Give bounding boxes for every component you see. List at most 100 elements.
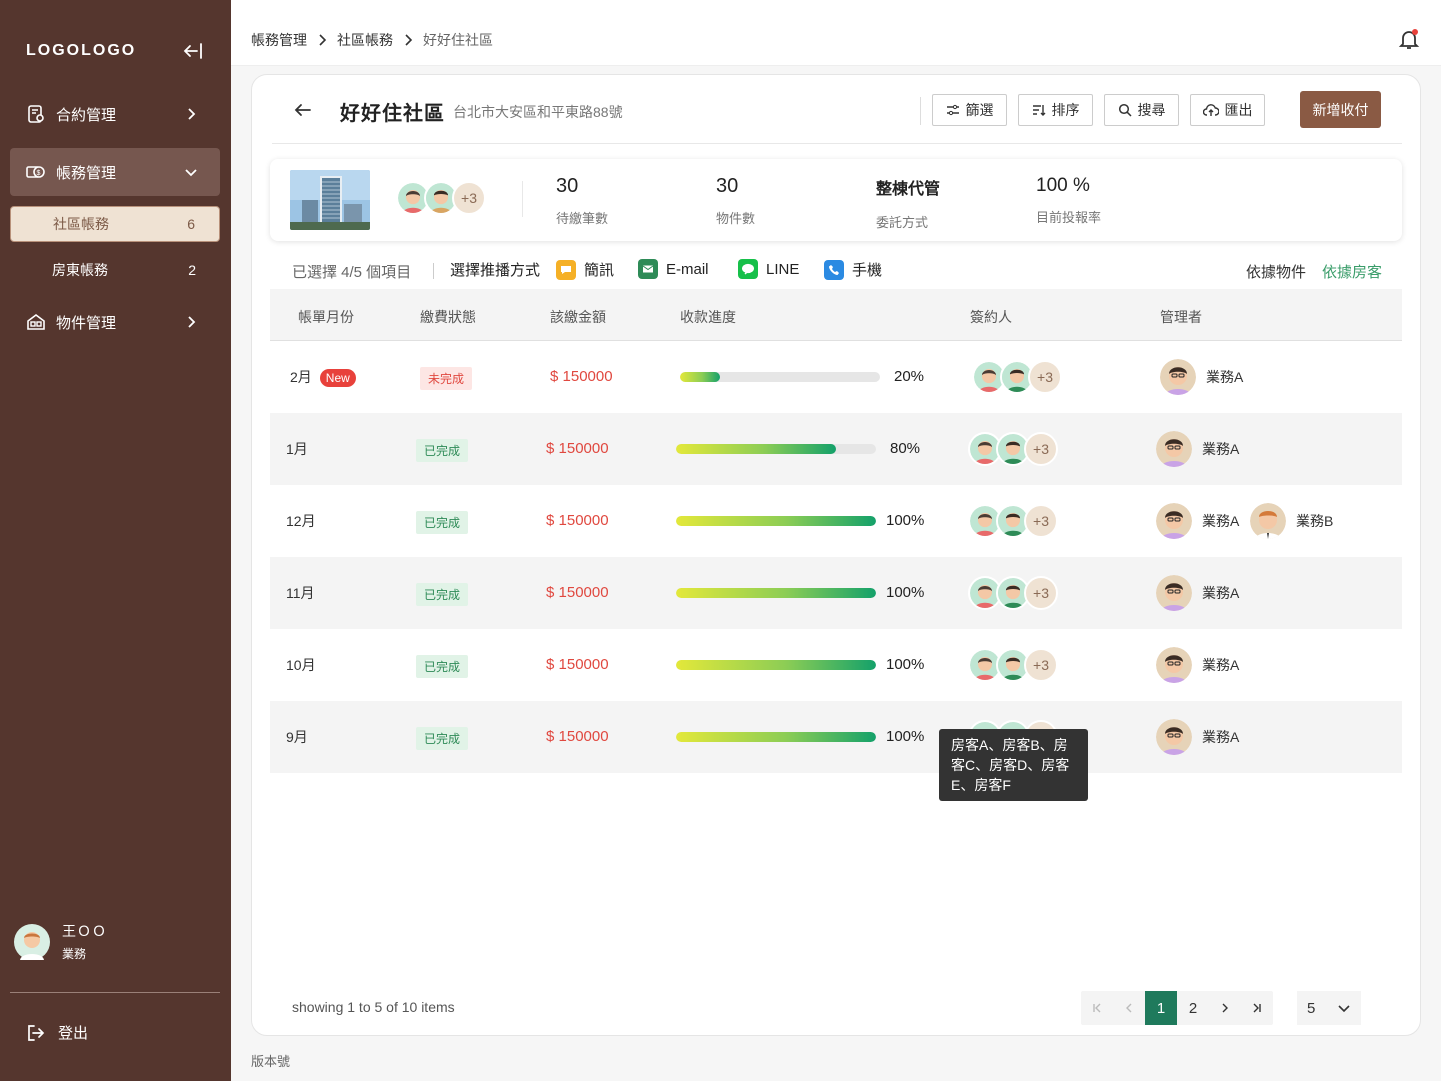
status-badge: 已完成 [416, 511, 469, 534]
stat-entrust: 整棟代管 委託方式 [876, 175, 940, 231]
stat-roi: 100 % 目前投報率 [1036, 175, 1101, 226]
breadcrumb: 帳務管理 社區帳務 好好住社區 [251, 30, 493, 50]
bell-icon[interactable] [1397, 27, 1421, 51]
table-row[interactable]: 12月 已完成 $ 150000 100% +3 業務A 業務B [270, 485, 1402, 557]
channel-email[interactable]: E-mail [638, 259, 709, 279]
channel-phone[interactable]: 手機 [824, 259, 882, 280]
new-badge: New [319, 369, 356, 387]
stat-value: 整棟代管 [876, 181, 941, 198]
nav-accounting[interactable]: $ 帳務管理 [10, 148, 220, 196]
filter-divider [433, 263, 434, 279]
money-icon: $ [26, 166, 45, 178]
manager[interactable]: 業務B [1250, 503, 1333, 539]
progress-bar [676, 588, 876, 598]
chevron-down-icon [1338, 1005, 1350, 1013]
signers-more: +3 [1024, 648, 1058, 682]
sub-landlord-accounting[interactable]: 房東帳務 2 [10, 252, 220, 288]
by-tenant-toggle[interactable]: 依據房客 [1322, 261, 1382, 282]
contract-icon [28, 105, 44, 123]
manager[interactable]: 業務A [1156, 503, 1239, 539]
header-divider [272, 143, 1402, 144]
first-page-icon [1093, 1003, 1101, 1013]
search-button[interactable]: 搜尋 [1104, 94, 1179, 126]
prev-page-button[interactable] [1113, 991, 1145, 1025]
progress-label: 20% [894, 368, 925, 385]
email-icon [638, 259, 658, 279]
manager[interactable]: 業務A [1156, 719, 1239, 755]
chevron-right-icon [188, 316, 196, 328]
info-avatars[interactable]: +3 [396, 181, 486, 215]
manager[interactable]: 業務A [1156, 431, 1239, 467]
stat-label: 物件數 [716, 211, 756, 226]
table-row[interactable]: 11月 已完成 $ 150000 100% +3 業務A [270, 557, 1402, 629]
nav-accounting-label: 帳務管理 [56, 164, 117, 182]
manager[interactable]: 業務A [1160, 359, 1243, 395]
add-payment-button[interactable]: 新增收付 [1300, 91, 1381, 128]
nav-contract[interactable]: 合約管理 [10, 90, 220, 138]
cell-month: 2月 New [290, 367, 356, 387]
cloud-upload-icon [1202, 104, 1219, 116]
sidebar-divider [10, 992, 220, 993]
manager[interactable]: 業務A [1156, 647, 1239, 683]
sort-label: 排序 [1051, 102, 1080, 118]
signer-avatars[interactable]: +3 [968, 648, 1058, 682]
collapse-sidebar-icon[interactable] [182, 40, 204, 62]
signer-avatars[interactable]: +3 [968, 504, 1058, 538]
first-page-button[interactable] [1081, 991, 1113, 1025]
status-badge: 已完成 [416, 583, 469, 606]
manager-avatar [1156, 431, 1192, 467]
signer-avatars[interactable]: +3 [968, 576, 1058, 610]
table-row[interactable]: 1月 已完成 $ 150000 80% +3 業務A [270, 413, 1402, 485]
th-amount: 該繳金額 [550, 309, 606, 325]
status-badge: 已完成 [416, 439, 469, 462]
signer-avatars[interactable]: +3 [972, 360, 1062, 394]
sort-button[interactable]: 排序 [1018, 94, 1093, 126]
manager[interactable]: 業務A [1156, 575, 1239, 611]
nav-property-label: 物件管理 [56, 314, 117, 332]
user-profile[interactable]: 王ＯＯ 業務 [14, 921, 107, 962]
export-button[interactable]: 匯出 [1190, 94, 1265, 126]
back-arrow-icon[interactable] [292, 99, 314, 121]
stat-value: 30 [716, 175, 739, 197]
breadcrumb-current: 好好住社區 [423, 32, 493, 48]
table-header: 帳單月份 繳費狀態 該繳金額 收款進度 簽約人 管理者 [270, 289, 1402, 341]
page-size-select[interactable]: 5 [1297, 991, 1361, 1025]
sub-count: 2 [188, 262, 196, 278]
nav-property[interactable]: 物件管理 [10, 298, 220, 346]
signer-avatars[interactable]: +3 [968, 432, 1058, 466]
table-row[interactable]: 2月 New 未完成 $ 150000 20% +3 業務A [270, 341, 1402, 413]
last-page-button[interactable] [1241, 991, 1273, 1025]
logout-button[interactable]: 登出 [26, 1022, 88, 1043]
chevron-right-icon [319, 34, 327, 46]
next-page-button[interactable] [1209, 991, 1241, 1025]
manager-name: 業務A [1206, 369, 1244, 385]
channel-sms[interactable]: 簡訊 [556, 259, 614, 280]
breadcrumb-item[interactable]: 社區帳務 [337, 30, 393, 50]
search-label: 搜尋 [1137, 102, 1166, 118]
version-label: 版本號 [251, 1054, 291, 1069]
info-divider [522, 181, 523, 217]
page-2-button[interactable]: 2 [1177, 991, 1209, 1025]
table-row[interactable]: 9月 已完成 $ 150000 100% 業務A [270, 701, 1402, 773]
logout-icon [28, 1024, 45, 1041]
pagination-summary: showing 1 to 5 of 10 items [292, 999, 455, 1015]
page-1-button[interactable]: 1 [1145, 991, 1177, 1025]
sub-count: 6 [187, 216, 195, 232]
export-label: 匯出 [1224, 102, 1253, 118]
channel-line[interactable]: LINE [738, 259, 799, 279]
channel-label: 選擇推播方式 [450, 262, 541, 279]
filter-button[interactable]: 篩選 [932, 94, 1007, 126]
cell-amount: $ 150000 [550, 368, 613, 385]
manager-name: 業務A [1202, 657, 1240, 673]
breadcrumb-item[interactable]: 帳務管理 [251, 30, 307, 50]
signers-more: +3 [1028, 360, 1062, 394]
user-name: 王ＯＯ [62, 923, 107, 939]
by-object-toggle[interactable]: 依據物件 [1246, 261, 1306, 282]
toolbar-divider [920, 97, 921, 125]
user-avatar [14, 923, 50, 960]
table-row[interactable]: 10月 已完成 $ 150000 100% +3 業務A [270, 629, 1402, 701]
sms-icon [556, 259, 576, 280]
chevron-down-icon [185, 169, 197, 177]
cell-amount: $ 150000 [546, 440, 609, 457]
sub-community-accounting[interactable]: 社區帳務 6 [10, 206, 220, 242]
